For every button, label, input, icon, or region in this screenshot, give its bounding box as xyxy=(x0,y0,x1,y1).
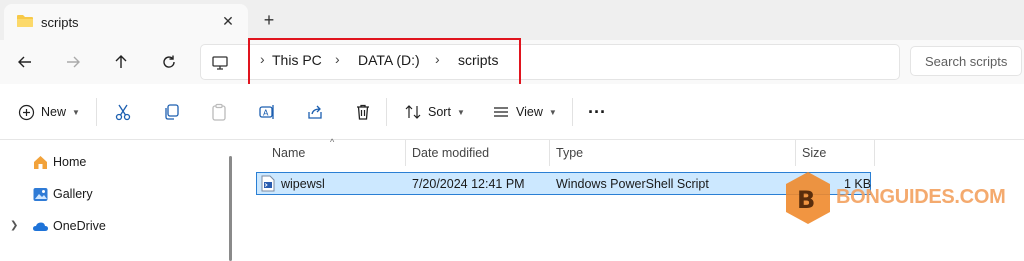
chevron-right-icon[interactable]: ❯ xyxy=(10,220,18,231)
tab-scripts[interactable]: scripts ✕ xyxy=(4,4,248,40)
share-icon xyxy=(308,105,322,119)
more-options-button[interactable]: ··· xyxy=(588,100,606,124)
breadcrumb-separator: › xyxy=(260,51,265,67)
new-label: New xyxy=(41,105,67,119)
breadcrumb-scripts[interactable]: scripts xyxy=(458,52,498,68)
divider xyxy=(96,98,97,126)
refresh-button[interactable] xyxy=(156,49,182,75)
chevron-down-icon: ▼ xyxy=(72,107,80,117)
sidebar-item-onedrive[interactable]: ❯ OneDrive xyxy=(0,213,222,239)
sidebar-item-gallery[interactable]: Gallery xyxy=(0,181,222,207)
svg-text:A: A xyxy=(263,109,269,118)
logo-letter: B xyxy=(797,186,815,214)
navigation-pane: Home Gallery ❯ OneDrive xyxy=(0,140,230,261)
column-divider[interactable] xyxy=(549,140,550,166)
chevron-down-icon: ▼ xyxy=(548,107,557,117)
new-tab-button[interactable]: + xyxy=(258,9,280,31)
sort-icon xyxy=(405,105,421,119)
sidebar-item-home[interactable]: Home xyxy=(0,149,222,175)
back-button[interactable] xyxy=(12,49,38,75)
breadcrumb-separator: › xyxy=(335,51,340,67)
forward-button[interactable] xyxy=(60,49,86,75)
column-header-date[interactable]: Date modified xyxy=(412,146,489,160)
forward-arrow-icon xyxy=(67,56,80,68)
refresh-icon xyxy=(163,55,175,68)
back-arrow-icon xyxy=(18,56,31,68)
up-button[interactable] xyxy=(108,49,134,75)
breadcrumb-data-drive[interactable]: DATA (D:) xyxy=(358,52,420,68)
view-list-icon xyxy=(494,107,508,117)
column-header-type[interactable]: Type xyxy=(556,146,583,160)
column-divider[interactable] xyxy=(795,140,796,166)
sidebar-item-label: OneDrive xyxy=(53,219,106,233)
tab-strip: scripts ✕ + xyxy=(0,0,1024,40)
scissors-icon xyxy=(115,104,131,121)
scrollbar[interactable] xyxy=(229,156,232,261)
view-label: View xyxy=(516,105,543,119)
command-bar: New ▼ A Sort ▼ View ▼ ··· xyxy=(0,84,1024,140)
divider xyxy=(572,98,573,126)
new-button[interactable]: New ▼ xyxy=(18,100,80,124)
close-icon[interactable]: ✕ xyxy=(218,11,238,31)
column-header-size[interactable]: Size xyxy=(802,146,826,160)
watermark-text: BONGUIDES.COM xyxy=(836,186,1006,208)
cloud-icon xyxy=(33,222,48,231)
home-icon xyxy=(34,156,47,169)
column-divider[interactable] xyxy=(874,140,875,166)
share-button[interactable] xyxy=(306,100,324,124)
copy-icon xyxy=(165,104,179,120)
sidebar-item-label: Home xyxy=(53,155,87,169)
cut-button[interactable] xyxy=(114,100,132,124)
column-divider[interactable] xyxy=(405,140,406,166)
copy-button[interactable] xyxy=(162,100,180,124)
search-input[interactable]: Search scripts xyxy=(910,46,1022,76)
delete-button[interactable] xyxy=(354,100,372,124)
column-header-name[interactable]: Name xyxy=(272,146,305,160)
sort-button[interactable]: Sort ▼ xyxy=(404,100,465,124)
computer-icon xyxy=(212,56,228,70)
sidebar-item-label: Gallery xyxy=(53,187,93,201)
sort-indicator-icon: ^ xyxy=(330,137,335,147)
sort-label: Sort xyxy=(428,105,451,119)
file-name: wipewsl xyxy=(281,177,325,191)
search-placeholder: Search scripts xyxy=(925,54,1008,69)
view-button[interactable]: View ▼ xyxy=(492,100,557,124)
breadcrumb-separator: › xyxy=(435,51,440,67)
plus-circle-icon xyxy=(18,104,35,120)
file-date: 7/20/2024 12:41 PM xyxy=(412,177,525,191)
rename-icon: A xyxy=(259,105,274,119)
tab-title: scripts xyxy=(41,15,79,30)
powershell-file-icon xyxy=(261,175,275,192)
rename-button[interactable]: A xyxy=(258,100,276,124)
breadcrumb-this-pc[interactable]: This PC xyxy=(272,52,322,68)
folder-icon xyxy=(17,15,33,27)
gallery-icon xyxy=(33,188,48,201)
up-arrow-icon xyxy=(115,55,127,68)
paste-button[interactable] xyxy=(210,100,228,124)
divider xyxy=(386,98,387,126)
trash-icon xyxy=(357,104,369,120)
chevron-down-icon: ▼ xyxy=(456,107,465,117)
file-type: Windows PowerShell Script xyxy=(556,177,709,191)
clipboard-icon xyxy=(212,103,226,121)
